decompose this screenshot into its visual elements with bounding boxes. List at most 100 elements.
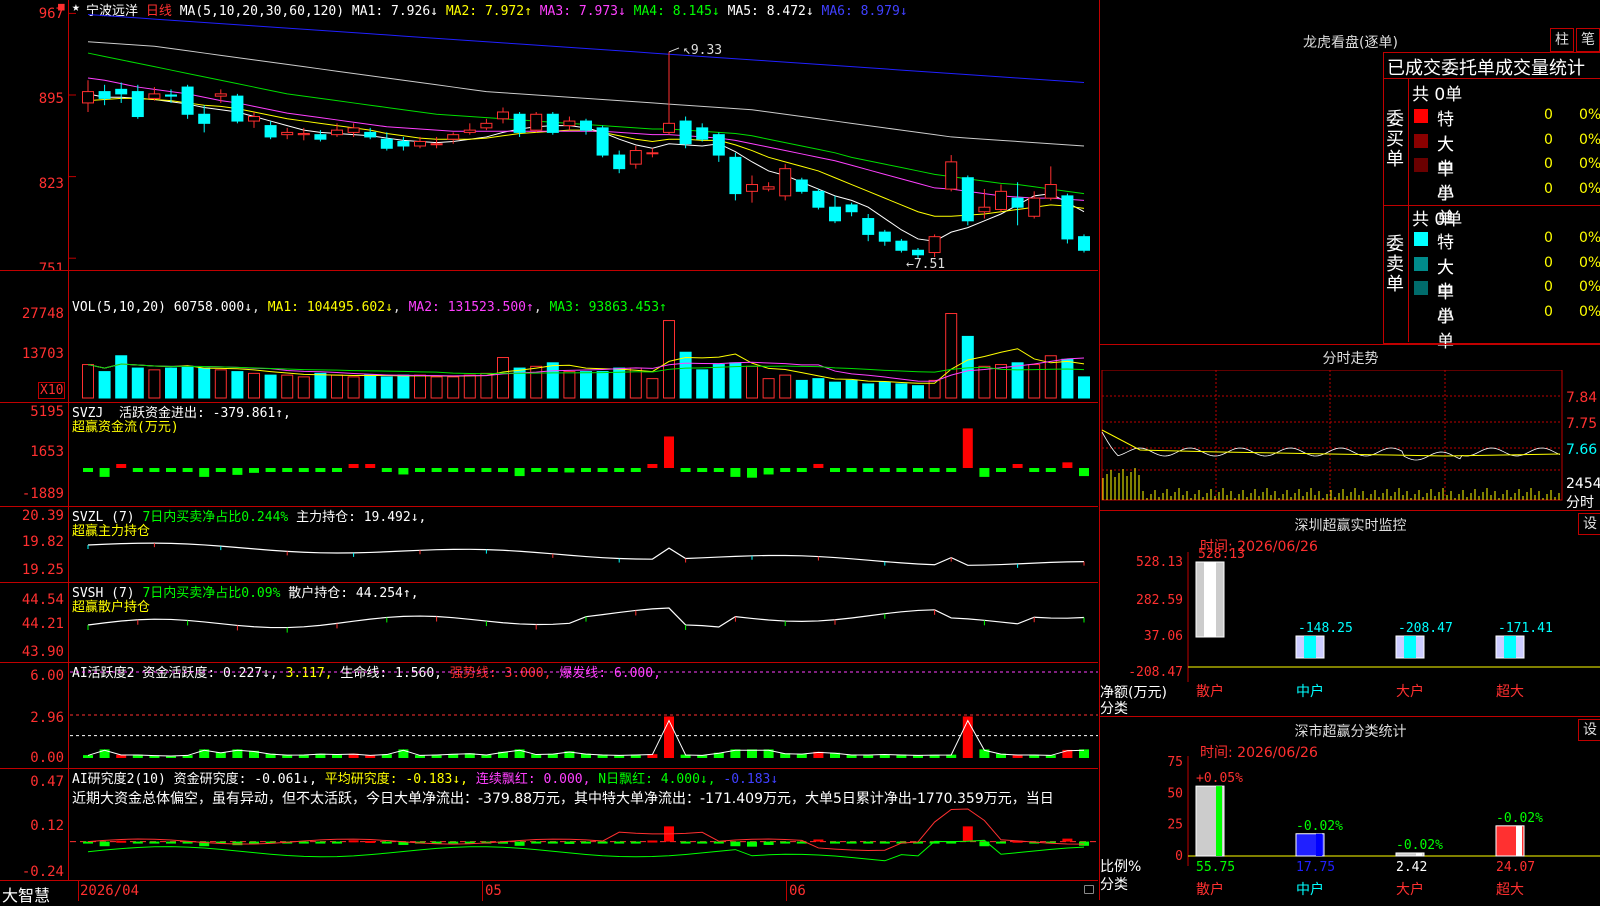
longhu-subtitle: 已成交委托单成交量统计 <box>1387 58 1585 79</box>
fund-flow-bar <box>282 468 293 472</box>
fund-flow-bar <box>680 468 691 472</box>
volume-bar <box>314 372 327 399</box>
monitor-y-tick: 37.06 <box>1144 629 1183 644</box>
research-red-line <box>87 808 1085 851</box>
fund-flow-bar <box>514 468 525 477</box>
candle <box>629 150 642 165</box>
sell-row-pct: 0% <box>1579 279 1600 295</box>
candle <box>978 206 991 213</box>
high-label: ↖9.33 <box>683 43 722 58</box>
research-bar <box>614 841 625 844</box>
fund-flow-bar <box>381 468 392 472</box>
fund-flow-bar <box>913 468 923 472</box>
research-bar <box>863 841 874 844</box>
volume-bar <box>912 385 924 399</box>
fund-flow-bar <box>83 468 93 472</box>
bar-view-button[interactable]: 柱 <box>1550 28 1574 52</box>
candle <box>845 204 858 213</box>
fund-flow-bar <box>1062 462 1073 468</box>
buy-row-pct: 0% <box>1579 107 1600 123</box>
candle <box>663 122 675 133</box>
candle <box>198 113 211 124</box>
fund-flow-bar <box>398 468 409 475</box>
volume-bar <box>895 383 908 399</box>
fund-flow-bar <box>1029 468 1040 472</box>
candle <box>779 168 792 197</box>
fund-flow-bar <box>464 468 475 472</box>
buy-row-count: 0 <box>1544 107 1553 123</box>
volume-bar <box>696 369 709 399</box>
tick-view-button[interactable]: 笔 <box>1576 28 1600 52</box>
fund-flow-bar <box>1012 464 1023 468</box>
candle <box>397 140 410 147</box>
volume-panel[interactable]: 27748 13703 X10 VOL(5,10,20) 60758.000↓,… <box>0 270 1098 403</box>
x-tick-label: 2026/04 <box>80 883 140 899</box>
x-tick-mid <box>482 881 483 901</box>
research-bar <box>99 841 110 847</box>
longhu-col-divider <box>1408 78 1409 342</box>
research-bar <box>514 841 525 846</box>
fenshi-chart[interactable] <box>1100 370 1600 510</box>
sell-color-swatch <box>1414 305 1428 320</box>
indicator-line <box>87 542 1085 566</box>
volume-bar <box>347 376 360 399</box>
lock-icon[interactable] <box>1084 885 1094 894</box>
candle <box>546 113 559 133</box>
research-bar <box>298 841 309 844</box>
ai-active-panel[interactable]: 6.00 2.96 0.00 AI活跃度2 资金活跃度: 0.227↓, 3.1… <box>0 662 1098 769</box>
research-bar <box>166 841 176 844</box>
candle <box>297 133 310 136</box>
research-bar <box>365 840 376 843</box>
fund-flow-bar <box>796 468 807 472</box>
svsh-panel[interactable]: 44.54 44.21 43.90 SVSH (7) 7日内买卖净占比0.09%… <box>0 582 1098 663</box>
classify-change: -0.02% <box>1396 838 1443 853</box>
research-bar <box>713 841 724 844</box>
research-bar <box>448 841 459 844</box>
kline-chart[interactable]: ↖9.33 ←7.51 <box>0 0 1098 270</box>
classify-y-tick: 50 <box>1167 786 1183 801</box>
candle <box>530 113 543 131</box>
svzj-panel[interactable]: 5195 1653 -1889 SVZJ 活跃资金进出: -379.861↑, … <box>0 402 1098 507</box>
candle <box>563 120 576 127</box>
candle <box>131 91 144 118</box>
fund-flow-bar <box>664 436 674 468</box>
volume-bar <box>663 320 675 399</box>
volume-bar <box>430 376 443 399</box>
candle <box>231 95 244 122</box>
fund-flow-bar <box>498 468 508 473</box>
svzj-chart <box>83 428 1089 478</box>
volume-bar <box>779 374 792 399</box>
research-bar <box>780 841 791 844</box>
svzl-panel[interactable]: 20.39 19.82 19.25 SVZL (7) 7日内买卖净占比0.244… <box>0 506 1098 583</box>
kline-panel[interactable]: 967 895 823 751 ★ ■ 宁波远洋 日线 MA(5,10,20,3… <box>0 0 1098 271</box>
candle <box>613 154 626 170</box>
volume-bar <box>281 374 294 399</box>
ai-research-panel[interactable]: 0.47 0.12 -0.24 AI研究度2(10) 资金研究度: -0.061… <box>0 768 1098 881</box>
fenshi-y-tick: 7.75 <box>1566 416 1598 432</box>
volume-bar <box>580 371 592 399</box>
volume-bar <box>463 374 476 399</box>
classify-value: 2.42 <box>1396 860 1427 875</box>
candle <box>181 86 194 115</box>
classify-category: 中户 <box>1296 881 1324 898</box>
fund-flow-bar <box>249 468 259 473</box>
fund-flow-bar <box>265 468 276 472</box>
buy-row-label: 小单 <box>1437 183 1454 229</box>
volume-bar <box>264 374 277 399</box>
fenshi-y-tick: 7.66 <box>1566 442 1598 458</box>
candle <box>364 131 377 138</box>
candle <box>98 91 111 99</box>
volume-bar <box>364 374 377 399</box>
research-bar <box>730 841 741 847</box>
candle <box>729 156 742 195</box>
volume-bar <box>563 371 576 399</box>
buy-color-swatch <box>1414 182 1428 197</box>
research-bar <box>747 841 757 847</box>
research-bar <box>647 840 658 843</box>
research-bar <box>315 841 326 844</box>
fund-flow-bar <box>116 464 127 468</box>
fund-flow-bar <box>315 468 326 472</box>
volume-bar <box>712 364 725 399</box>
research-bar <box>547 841 558 844</box>
fenshi-border <box>1101 370 1563 501</box>
